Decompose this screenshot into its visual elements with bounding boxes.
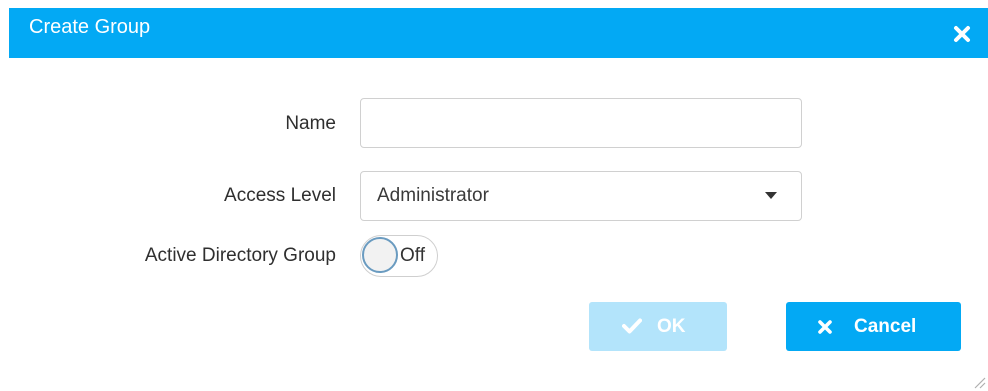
close-icon: [954, 26, 970, 42]
resize-grip-icon[interactable]: [972, 375, 986, 389]
access-level-select[interactable]: Administrator: [360, 171, 802, 221]
dialog-title: Create Group: [29, 16, 151, 38]
cancel-button[interactable]: Cancel: [786, 302, 961, 351]
name-label: Name: [285, 113, 336, 134]
access-level-selected-value: Administrator: [377, 185, 489, 206]
check-icon: [622, 318, 642, 334]
toggle-state-text: Off: [400, 245, 425, 266]
x-icon: [818, 320, 832, 334]
dialog-header: Create Group: [9, 8, 988, 58]
close-button[interactable]: [953, 25, 971, 43]
ok-button[interactable]: OK: [589, 302, 727, 351]
name-input[interactable]: [360, 98, 802, 148]
cancel-button-label: Cancel: [854, 316, 917, 337]
ok-button-label: OK: [657, 316, 686, 337]
active-directory-group-label: Active Directory Group: [144, 245, 336, 266]
active-directory-group-toggle[interactable]: Off: [360, 235, 438, 277]
access-level-label: Access Level: [224, 185, 336, 206]
create-group-dialog: Create Group Name Access Level Administr…: [0, 0, 988, 391]
toggle-knob: [362, 237, 398, 273]
chevron-down-icon: [765, 192, 777, 199]
